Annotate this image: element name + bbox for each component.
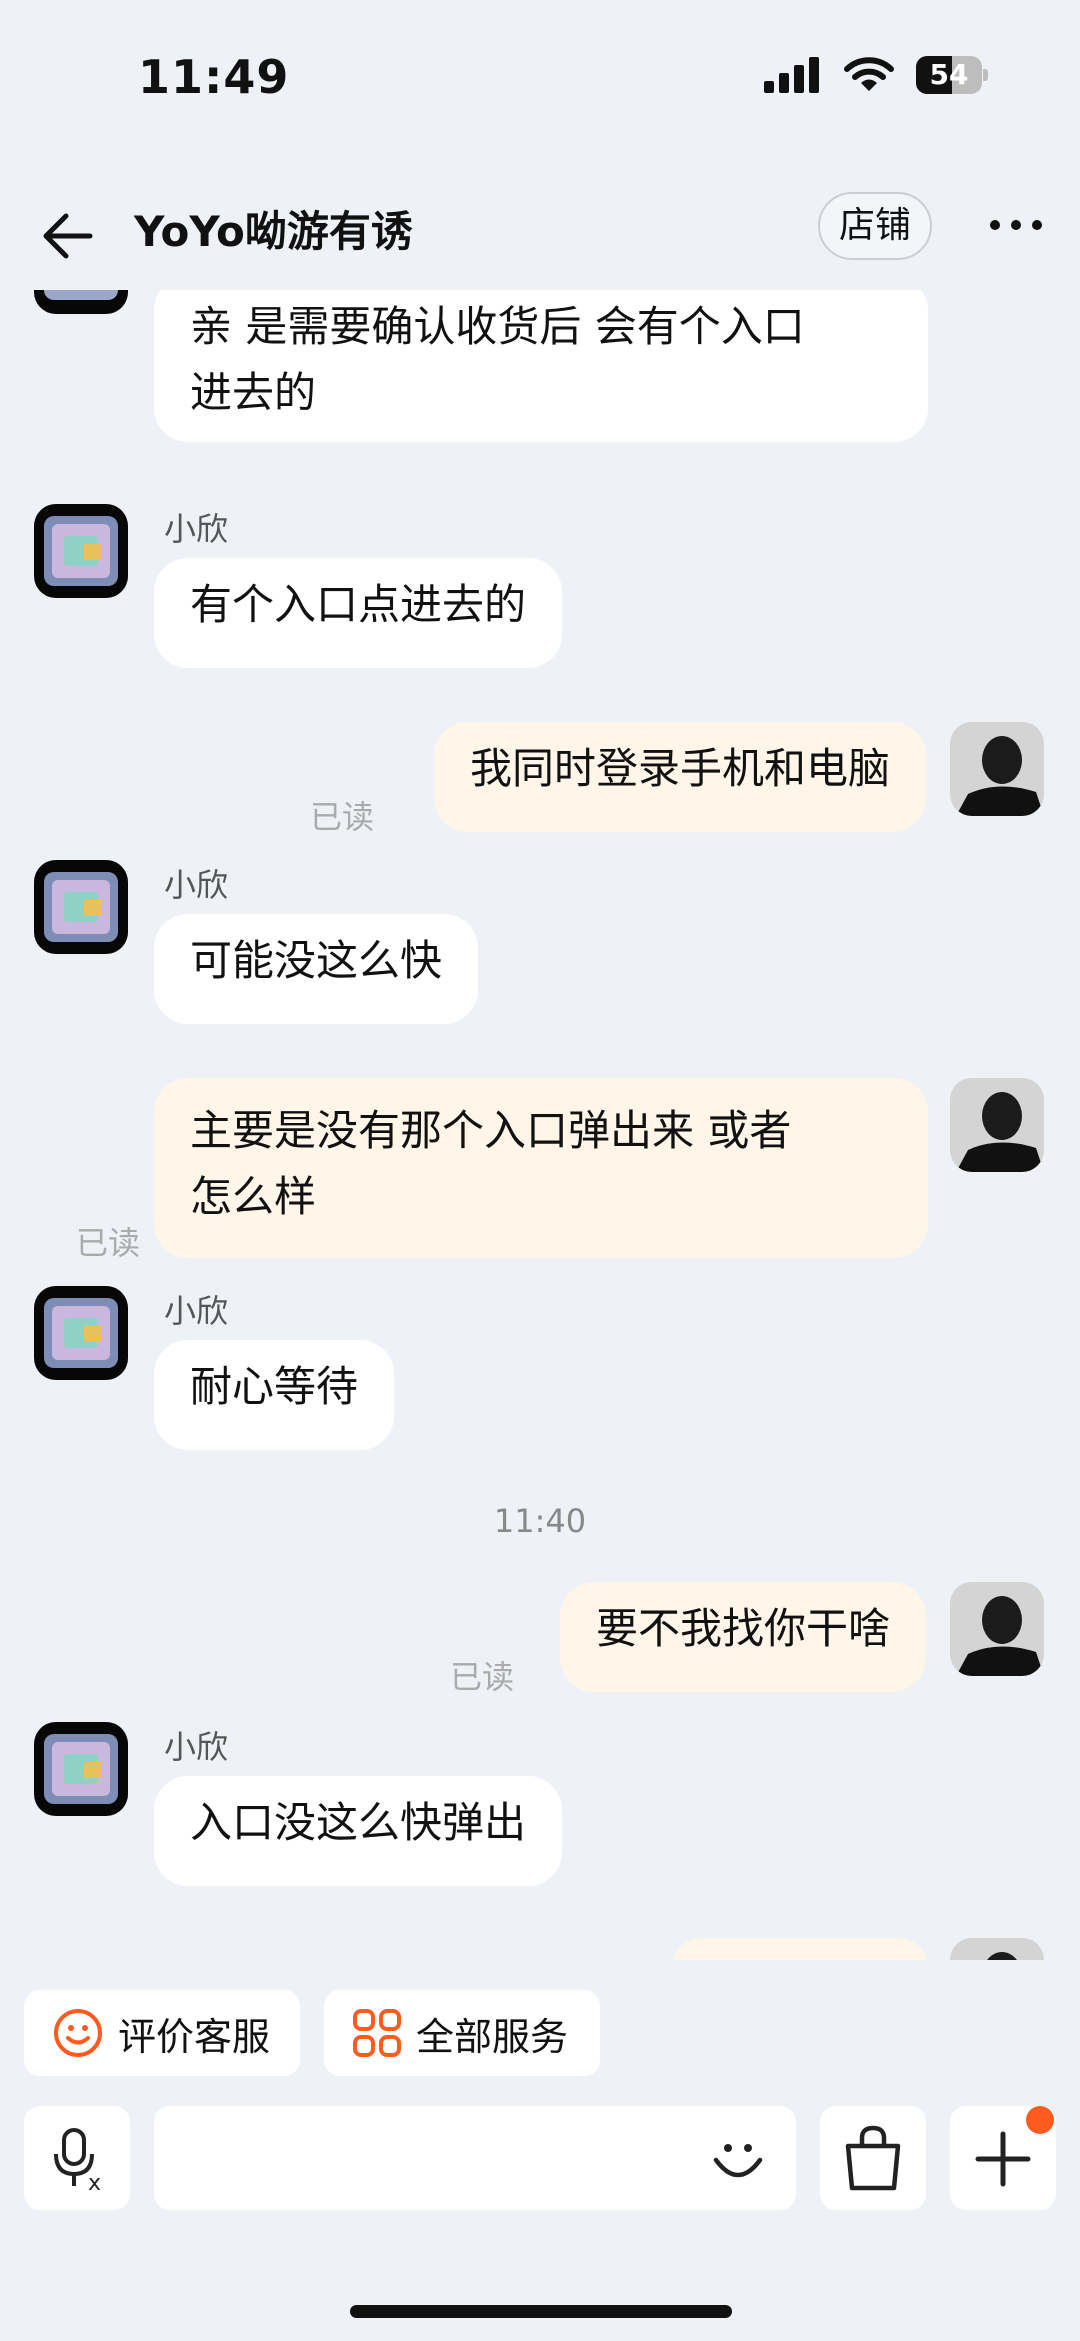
read-status: 已读 [450, 1658, 515, 1696]
message-text: 要不我找你干啥 [595, 1604, 890, 1653]
avatar[interactable] [950, 1078, 1044, 1172]
avatar[interactable] [950, 722, 1044, 816]
message-input[interactable] [154, 2106, 796, 2210]
avatar[interactable] [950, 1582, 1044, 1676]
message-bubble[interactable]: 亲 是需要确认收货后 会有个入口 进去的 [154, 290, 928, 442]
sender-name: 小欣 [164, 1292, 229, 1330]
battery-level: 54 [929, 58, 969, 91]
grid-icon [353, 2009, 401, 2057]
emoji-icon[interactable] [708, 2128, 768, 2188]
smile-icon [54, 2009, 102, 2057]
message-text: 我同时登录手机和电脑 [469, 744, 890, 793]
quick-action-label: 评价客服 [118, 2014, 271, 2059]
quick-action-label: 全部服务 [416, 2014, 569, 2059]
read-status: 已读 [310, 798, 375, 836]
message-bubble[interactable]: 耐心等待 [154, 1340, 395, 1450]
voice-icon: x [54, 2128, 101, 2196]
message-text: 入口没这么快弹出 [190, 1798, 527, 1847]
avatar[interactable] [34, 290, 128, 314]
shopping-bag-button[interactable] [820, 2106, 926, 2210]
plus-button[interactable] [950, 2106, 1056, 2210]
status-time: 11:49 [138, 50, 290, 104]
nav-bar: YoYo呦游有诱 店铺 [0, 180, 1080, 290]
home-indicator [350, 2305, 732, 2318]
message-bubble[interactable]: 可能没这么快 [154, 914, 479, 1024]
message-text: 进去的 [190, 368, 317, 417]
avatar[interactable] [950, 1938, 1044, 1960]
read-status: 已读 [76, 1224, 141, 1262]
sender-name: 小欣 [164, 1728, 229, 1766]
avatar[interactable] [34, 1722, 128, 1816]
message-bubble[interactable]: 有个入口点进去的 [154, 558, 563, 668]
shopping-bag-icon [845, 2125, 901, 2191]
avatar[interactable] [34, 1286, 128, 1380]
status-icons: 54 [764, 56, 988, 94]
back-arrow-icon[interactable] [40, 210, 96, 262]
notification-dot [1026, 2106, 1054, 2134]
message-bubble-partial[interactable] [672, 1938, 928, 1960]
shop-button[interactable]: 店铺 [818, 192, 932, 260]
rate-service-button[interactable]: 评价客服 [24, 1990, 300, 2076]
chat-list[interactable]: 亲 是需要确认收货后 会有个入口 进去的 小欣 有个入口点进去的 已读 我同时登… [0, 290, 1080, 1960]
timestamp: 11:40 [493, 1502, 587, 1540]
message-text: 耐心等待 [190, 1362, 359, 1411]
avatar[interactable] [34, 860, 128, 954]
message-text: 亲 是需要确认收货后 会有个入口 [190, 302, 805, 351]
wifi-icon [844, 57, 894, 91]
message-bubble[interactable]: 主要是没有那个入口弹出来 或者 怎么样 [154, 1078, 928, 1258]
message-text: 怎么样 [190, 1172, 317, 1221]
avatar[interactable] [34, 504, 128, 598]
signal-icon [764, 57, 819, 93]
message-bubble[interactable]: 要不我找你干啥 [559, 1582, 926, 1692]
message-bubble[interactable]: 入口没这么快弹出 [154, 1776, 563, 1886]
all-services-button[interactable]: 全部服务 [324, 1990, 600, 2076]
voice-button[interactable]: x [24, 2106, 130, 2210]
sender-name: 小欣 [164, 866, 229, 904]
message-text: 有个入口点进去的 [190, 580, 527, 629]
sender-name: 小欣 [164, 510, 229, 548]
message-text: 主要是没有那个入口弹出来 或者 [190, 1106, 792, 1155]
more-icon[interactable] [988, 218, 1044, 232]
message-bubble[interactable]: 我同时登录手机和电脑 [433, 722, 926, 832]
battery-icon: 54 [916, 56, 988, 94]
message-text: 可能没这么快 [190, 936, 443, 985]
svg-text:x: x [88, 2171, 101, 2196]
page-title: YoYo呦游有诱 [134, 207, 413, 256]
